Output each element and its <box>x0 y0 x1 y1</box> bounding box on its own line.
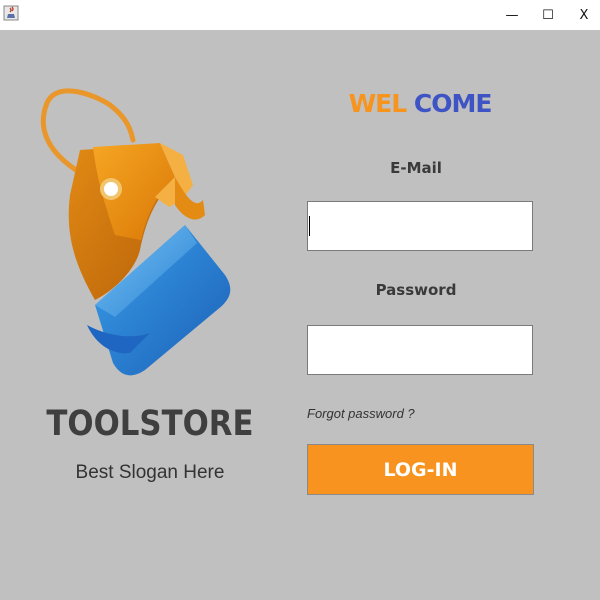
minimize-button[interactable]: — <box>494 0 530 30</box>
welcome-part-1: WEL <box>348 89 408 118</box>
welcome-part-2: COME <box>413 89 493 118</box>
brand-slogan: Best Slogan Here <box>75 462 225 483</box>
close-button[interactable]: X <box>566 0 600 30</box>
tag-wrench-icon <box>40 88 231 376</box>
welcome-heading: WEL COME <box>300 89 540 118</box>
forgot-password-link[interactable]: Forgot password ? <box>307 406 415 421</box>
login-button[interactable]: LOG-IN <box>307 444 534 495</box>
brand-name: TOOLSTORE <box>46 404 254 444</box>
email-label: E-Mail <box>390 159 442 177</box>
email-field[interactable] <box>307 201 533 251</box>
text-caret <box>309 216 310 236</box>
java-cup-icon <box>3 5 19 21</box>
password-field[interactable] <box>307 325 533 375</box>
login-window: — ☐ X TOOLSTORE Best Slogan Here WEL COM… <box>0 0 600 600</box>
title-bar: — ☐ X <box>0 0 600 30</box>
password-label: Password <box>375 281 457 299</box>
maximize-button[interactable]: ☐ <box>530 0 566 30</box>
